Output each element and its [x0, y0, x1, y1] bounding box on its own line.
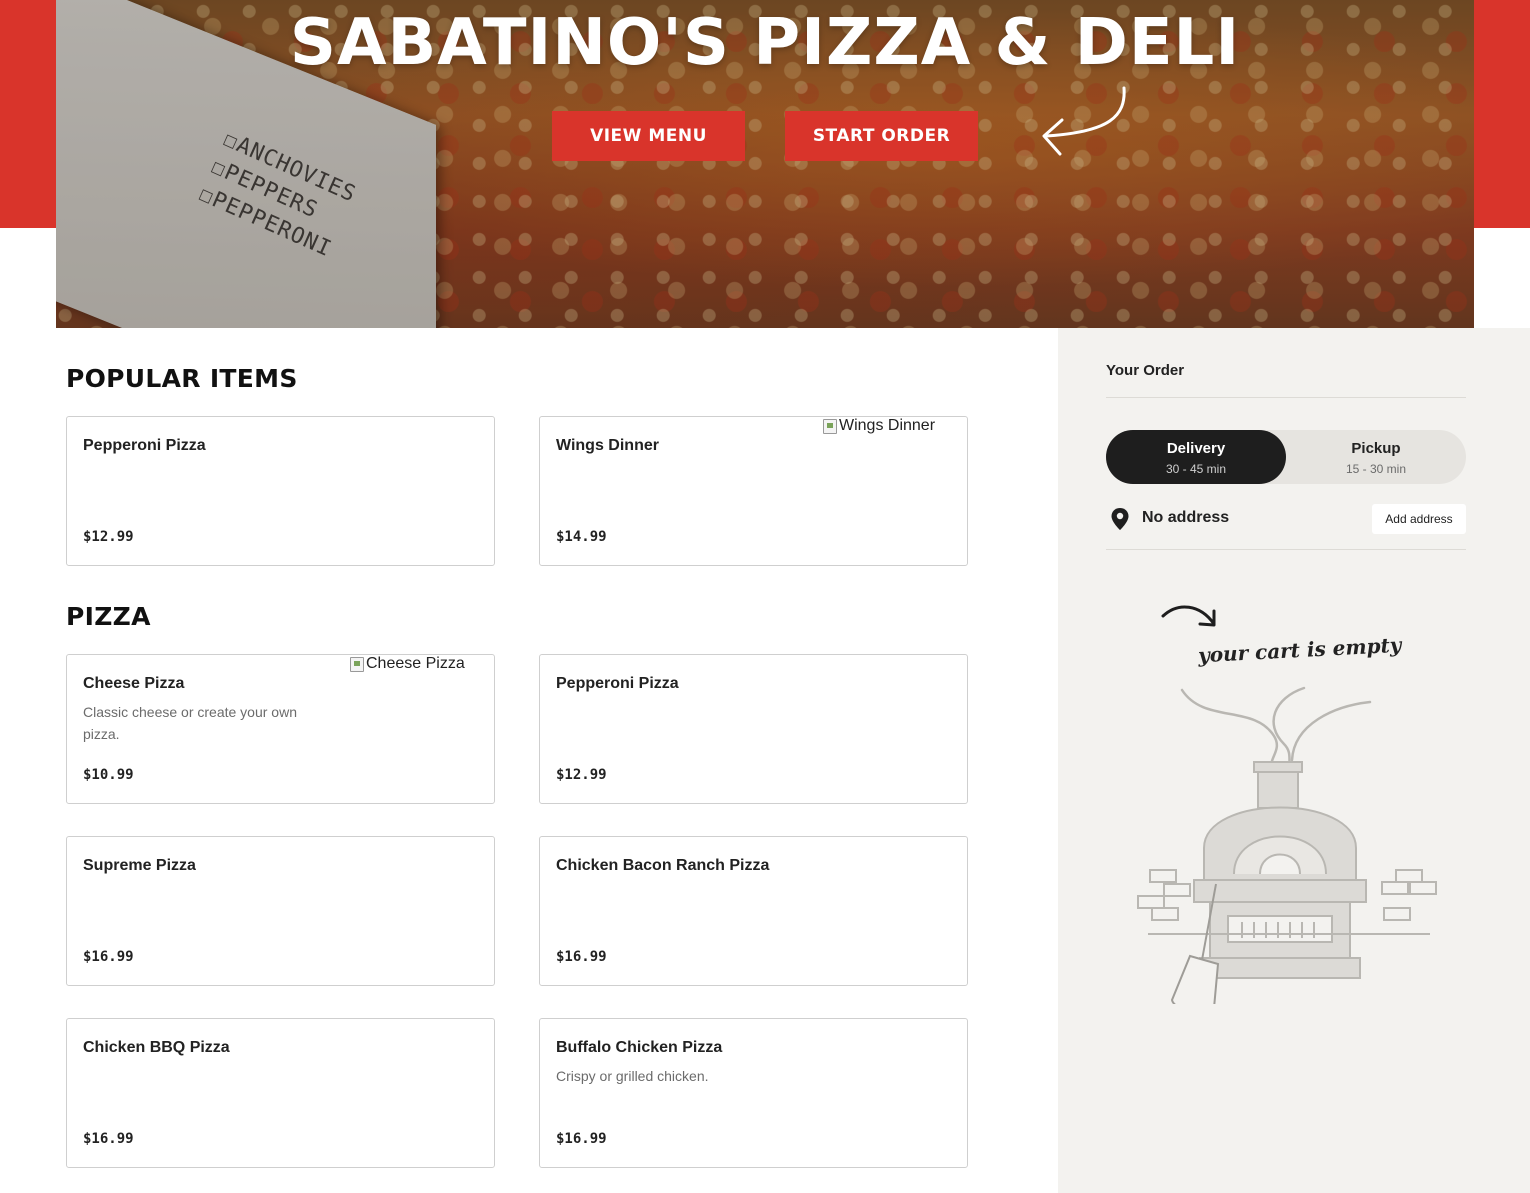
add-address-button[interactable]: Add address: [1372, 504, 1466, 534]
item-name: Cheese Pizza: [83, 675, 185, 692]
pizza-oven-icon: [1137, 686, 1437, 1004]
delivery-option[interactable]: Delivery 30 - 45 min: [1106, 430, 1286, 484]
item-name: Pepperoni Pizza: [556, 675, 679, 692]
menu-item-card[interactable]: Chicken BBQ Pizza $16.99: [66, 1018, 495, 1168]
location-pin-icon: [1111, 508, 1129, 530]
menu-item-card[interactable]: Buffalo Chicken Pizza Crispy or grilled …: [539, 1018, 968, 1168]
order-title: Your Order: [1106, 362, 1185, 379]
item-price: $16.99: [83, 949, 134, 965]
start-order-button[interactable]: START ORDER: [785, 111, 978, 161]
menu-item-card[interactable]: Wings Dinner $14.99 Wings Dinner: [539, 416, 968, 566]
item-name: Supreme Pizza: [83, 857, 196, 874]
curved-arrow-icon: [1161, 605, 1216, 627]
divider: [1106, 549, 1466, 550]
divider: [1106, 397, 1466, 398]
empty-cart-text: your cart is empty: [1197, 632, 1402, 668]
item-image: Wings Dinner: [823, 417, 935, 435]
item-price: $14.99: [556, 529, 607, 545]
item-description: Crispy or grilled chicken.: [556, 1068, 709, 1084]
item-price: $10.99: [83, 767, 134, 783]
fulfillment-toggle: Delivery 30 - 45 min Pickup 15 - 30 min: [1106, 430, 1466, 484]
item-price: $12.99: [556, 767, 607, 783]
restaurant-title: SABATINO'S PIZZA & DELI: [289, 6, 1241, 80]
broken-image-icon: [350, 656, 364, 672]
menu-item-card[interactable]: Supreme Pizza $16.99: [66, 836, 495, 986]
view-menu-button[interactable]: VIEW MENU: [552, 111, 745, 161]
section-title-popular: POPULAR ITEMS: [66, 364, 298, 393]
menu-item-card[interactable]: Cheese Pizza Classic cheese or create yo…: [66, 654, 495, 804]
menu-item-card[interactable]: Pepperoni Pizza $12.99: [539, 654, 968, 804]
order-sidebar: Your Order Delivery 30 - 45 min Pickup 1…: [1058, 328, 1530, 1193]
menu-item-card[interactable]: Pepperoni Pizza $12.99: [66, 416, 495, 566]
empty-cart-illustration: your cart is empty: [1134, 598, 1444, 1008]
item-price: $12.99: [83, 529, 134, 545]
menu-item-card[interactable]: Chicken Bacon Ranch Pizza $16.99: [539, 836, 968, 986]
item-name: Pepperoni Pizza: [83, 437, 206, 454]
address-text: No address: [1142, 509, 1230, 526]
item-price: $16.99: [556, 1131, 607, 1147]
item-image: Cheese Pizza: [350, 655, 465, 673]
item-description: Classic cheese or create your own pizza.: [83, 704, 297, 742]
item-price: $16.99: [556, 949, 607, 965]
address-row: No address Add address: [1106, 504, 1466, 534]
pickup-option[interactable]: Pickup 15 - 30 min: [1286, 430, 1466, 484]
item-price: $16.99: [83, 1131, 134, 1147]
item-name: Wings Dinner: [556, 437, 659, 454]
item-name: Chicken BBQ Pizza: [83, 1039, 230, 1056]
menu-content: POPULAR ITEMS Pepperoni Pizza $12.99 Win…: [0, 328, 1058, 1193]
curved-arrow-icon: [1042, 86, 1126, 156]
section-title-pizza: PIZZA: [66, 602, 151, 631]
item-name: Chicken Bacon Ranch Pizza: [556, 857, 770, 874]
item-name: Buffalo Chicken Pizza: [556, 1039, 723, 1056]
broken-image-icon: [823, 418, 837, 434]
